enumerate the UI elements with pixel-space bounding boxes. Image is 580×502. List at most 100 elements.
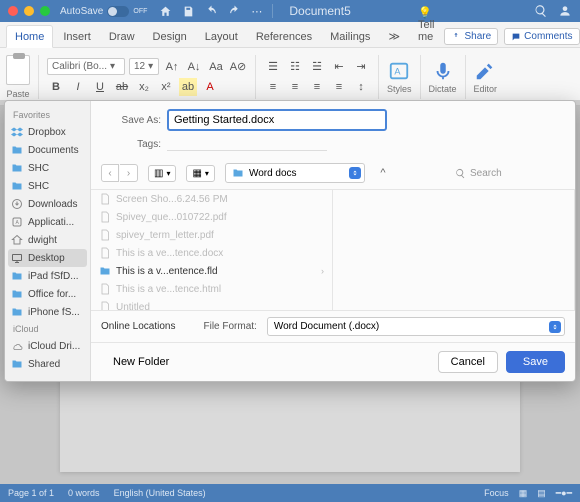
undo-icon[interactable]	[205, 5, 218, 18]
sidebar-item-icloud[interactable]: iCloud Dri...	[5, 337, 90, 355]
dictate-group[interactable]: Dictate	[429, 60, 457, 94]
file-item: Spivey_que...010722.pdf	[91, 208, 332, 226]
tab-layout[interactable]: Layout	[197, 26, 246, 47]
file-column-1: Screen Sho...6.24.56 PMSpivey_que...0107…	[91, 190, 333, 310]
dialog-sidebar: Favorites Dropbox Documents SHC SHC Down…	[5, 101, 91, 381]
svg-text:A: A	[16, 220, 20, 226]
tab-more[interactable]: ≫	[380, 25, 408, 47]
zoom-window[interactable]	[40, 6, 50, 16]
underline-icon[interactable]: U	[91, 78, 109, 96]
sidebar-item-shared[interactable]: Shared	[5, 355, 90, 373]
grow-font-icon[interactable]: A↑	[163, 58, 181, 76]
account-icon[interactable]	[558, 4, 572, 18]
clear-format-icon[interactable]: A⊘	[229, 58, 247, 76]
file-item: This is a ve...tence.docx	[91, 244, 332, 262]
paste-icon[interactable]	[6, 55, 30, 85]
tab-insert[interactable]: Insert	[55, 26, 99, 47]
tab-draw[interactable]: Draw	[101, 26, 143, 47]
paragraph-group: ☰ ☷ ☱ ⇤ ⇥ ≡ ≡ ≡ ≡ ↕	[264, 58, 370, 96]
view-web-icon[interactable]: ▤	[537, 488, 546, 499]
justify-icon[interactable]: ≡	[330, 78, 348, 96]
share-button[interactable]: Share	[444, 28, 498, 45]
sidebar-item-shc1[interactable]: SHC	[5, 159, 90, 177]
quick-access: ⋯	[159, 5, 262, 18]
location-dropdown[interactable]: Word docs	[225, 163, 365, 183]
styles-group[interactable]: A Styles	[387, 60, 412, 94]
redo-icon[interactable]	[228, 5, 241, 18]
saveas-input[interactable]	[167, 109, 387, 131]
outdent-icon[interactable]: ⇤	[330, 58, 348, 76]
sidebar-item-applications[interactable]: AApplicati...	[5, 213, 90, 231]
minimize-window[interactable]	[24, 6, 34, 16]
tab-mailings[interactable]: Mailings	[322, 26, 378, 47]
save-icon[interactable]	[182, 5, 195, 18]
sidebar-item-shc2[interactable]: SHC	[5, 177, 90, 195]
sidebar-item-office[interactable]: Office for...	[5, 285, 90, 303]
highlight-icon[interactable]: ab	[179, 78, 197, 96]
font-name-dropdown[interactable]: Calibri (Bo...▾	[47, 58, 125, 75]
search-icon	[455, 168, 466, 179]
align-left-icon[interactable]: ≡	[264, 78, 282, 96]
close-window[interactable]	[8, 6, 18, 16]
view-mode-dropdown[interactable]: ▥ ▾	[148, 165, 176, 182]
comments-button[interactable]: Comments	[504, 28, 579, 45]
sidebar-item-ipad[interactable]: iPad fSfD...	[5, 267, 90, 285]
sidebar-item-dropbox[interactable]: Dropbox	[5, 123, 90, 141]
tab-references[interactable]: References	[248, 26, 320, 47]
multilevel-icon[interactable]: ☱	[308, 58, 326, 76]
group-dropdown[interactable]: ▦ ▾	[186, 165, 214, 182]
cancel-button[interactable]: Cancel	[438, 351, 498, 373]
file-format-dropdown[interactable]: Word Document (.docx)	[267, 317, 565, 336]
shrink-font-icon[interactable]: A↓	[185, 58, 203, 76]
collapse-icon[interactable]: ^	[375, 165, 391, 181]
editor-group[interactable]: Editor	[474, 60, 498, 94]
superscript-icon[interactable]: x²	[157, 78, 175, 96]
sidebar-item-desktop[interactable]: Desktop	[8, 249, 87, 267]
save-button[interactable]: Save	[506, 351, 565, 373]
titlebar: AutoSave OFF ⋯ Document5	[0, 0, 580, 22]
italic-icon[interactable]: I	[69, 78, 87, 96]
file-item: This is a ve...tence.html	[91, 280, 332, 298]
align-right-icon[interactable]: ≡	[308, 78, 326, 96]
numbering-icon[interactable]: ☷	[286, 58, 304, 76]
nav-arrows: ‹ ›	[101, 164, 138, 182]
nav-back-icon[interactable]: ‹	[101, 164, 119, 182]
status-lang[interactable]: English (United States)	[114, 488, 206, 498]
indent-icon[interactable]: ⇥	[352, 58, 370, 76]
ribbon-tabs: Home Insert Draw Design Layout Reference…	[0, 22, 580, 48]
bold-icon[interactable]: B	[47, 78, 65, 96]
autosave-toggle[interactable]: AutoSave OFF	[60, 6, 147, 17]
file-item[interactable]: This is a v...entence.fld›	[91, 262, 332, 280]
tab-design[interactable]: Design	[145, 26, 195, 47]
new-folder-button[interactable]: New Folder	[101, 352, 181, 372]
more-icon[interactable]: ⋯	[251, 5, 262, 18]
bullets-icon[interactable]: ☰	[264, 58, 282, 76]
status-page[interactable]: Page 1 of 1	[8, 488, 54, 498]
search-title-icon[interactable]	[534, 4, 548, 18]
font-color-icon[interactable]: A	[201, 78, 219, 96]
status-words[interactable]: 0 words	[68, 488, 100, 498]
line-spacing-icon[interactable]: ↕	[352, 78, 370, 96]
change-case-icon[interactable]: Aa	[207, 58, 225, 76]
sidebar-item-iphone[interactable]: iPhone fS...	[5, 303, 90, 321]
online-locations-button[interactable]: Online Locations	[101, 321, 176, 332]
font-size-dropdown[interactable]: 12▾	[129, 58, 159, 75]
nav-forward-icon[interactable]: ›	[120, 164, 138, 182]
align-center-icon[interactable]: ≡	[286, 78, 304, 96]
tab-home[interactable]: Home	[6, 25, 53, 48]
zoom-slider[interactable]: ━●━	[556, 488, 572, 499]
view-print-icon[interactable]: ▦	[519, 488, 528, 499]
status-focus[interactable]: Focus	[484, 488, 509, 498]
autosave-state: OFF	[133, 8, 147, 15]
sidebar-item-downloads[interactable]: Downloads	[5, 195, 90, 213]
strike-icon[interactable]: ab	[113, 78, 131, 96]
sidebar-item-dwight[interactable]: dwight	[5, 231, 90, 249]
subscript-icon[interactable]: x₂	[135, 78, 153, 96]
search-field[interactable]: Search	[455, 168, 565, 179]
tell-me[interactable]: 💡 Tell me	[410, 1, 443, 47]
window-controls	[8, 6, 50, 16]
file-item: Screen Sho...6.24.56 PM	[91, 190, 332, 208]
sidebar-item-documents[interactable]: Documents	[5, 141, 90, 159]
home-icon[interactable]	[159, 5, 172, 18]
tags-input[interactable]	[167, 137, 327, 151]
